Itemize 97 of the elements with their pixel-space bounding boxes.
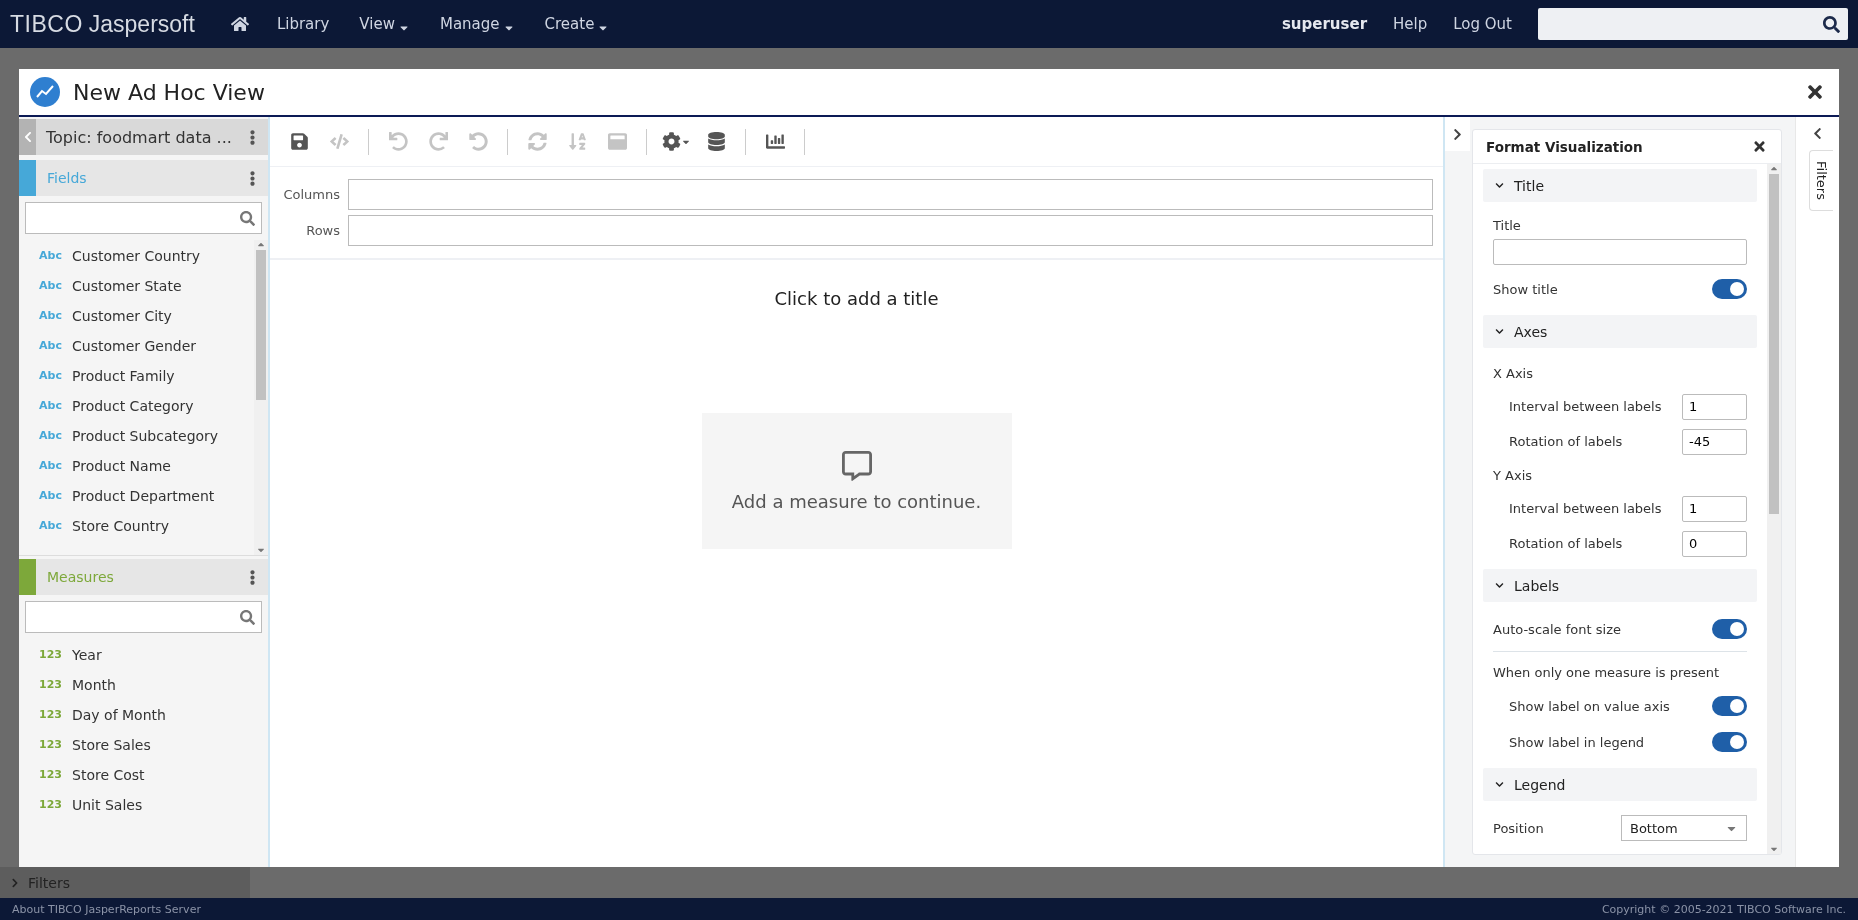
field-item[interactable]: Product Family: [72, 368, 175, 384]
home-icon[interactable]: [230, 15, 249, 33]
chevron-left-icon[interactable]: [1811, 127, 1824, 140]
field-label: Position: [1493, 820, 1544, 836]
chevron-right-icon[interactable]: [1451, 127, 1464, 141]
type-label: 123: [39, 797, 63, 813]
field-item[interactable]: Store Sales: [72, 737, 151, 753]
nav-link[interactable]: Help: [1393, 15, 1428, 33]
field-item[interactable]: Product Subcategory: [72, 428, 219, 444]
type-label: Abc: [39, 368, 63, 384]
field-item[interactable]: Customer Country: [72, 248, 201, 264]
scrollbar[interactable]: [1767, 164, 1781, 854]
toggle-switch[interactable]: [1712, 619, 1747, 639]
field-label: Title: [1493, 217, 1521, 233]
type-label: 123: [39, 767, 63, 783]
comment-icon: [841, 450, 872, 481]
axis-label: Rows: [305, 223, 340, 238]
message-text: Add a measure to continue.: [731, 490, 982, 512]
field-label: Interval between labels: [1509, 501, 1662, 516]
field-item[interactable]: Customer City: [72, 308, 172, 324]
field-label: Rotation of labels: [1509, 536, 1623, 551]
type-label: Abc: [39, 278, 63, 294]
nav-link[interactable]: Log Out: [1453, 15, 1512, 33]
field-label: Rotation of labels: [1509, 434, 1623, 449]
number-input[interactable]: 0: [1682, 530, 1747, 557]
type-label: Abc: [39, 248, 63, 264]
group-label: X Axis: [1493, 365, 1533, 381]
field-item[interactable]: Product Department: [72, 488, 215, 504]
section-header[interactable]: Axes: [1483, 315, 1757, 348]
chevron-right-icon: [10, 877, 20, 888]
group-label: Y Axis: [1493, 467, 1533, 483]
search-icon[interactable]: [1823, 15, 1840, 33]
section-title: Fields: [46, 170, 88, 186]
field-item[interactable]: Product Category: [72, 398, 194, 414]
chevron-down-icon: [1495, 327, 1504, 336]
toggle-label: Auto-scale font size: [1493, 621, 1621, 637]
field-item[interactable]: Customer State: [72, 278, 182, 294]
field-item[interactable]: Store Cost: [72, 767, 145, 783]
toggle-switch[interactable]: [1712, 732, 1747, 752]
copyright-text: Copyright © 2005-2021 TIBCO Software Inc.: [1601, 902, 1846, 916]
field-item[interactable]: Store Country: [72, 518, 170, 534]
panel-title: Format Visualization: [1486, 138, 1644, 155]
section-header[interactable]: Title: [1483, 169, 1757, 202]
topic-title: Topic: foodmart data ...: [45, 127, 233, 147]
search-field[interactable]: [25, 202, 262, 234]
toggle-switch[interactable]: [1712, 696, 1747, 716]
field-label: Interval between labels: [1509, 399, 1662, 414]
user-name[interactable]: superuser: [1281, 15, 1368, 33]
scrollbar[interactable]: [254, 240, 268, 555]
number-input[interactable]: 1: [1682, 393, 1747, 420]
nav-menu-item[interactable]: View: [359, 14, 410, 34]
field-item[interactable]: Day of Month: [72, 707, 166, 723]
field-item[interactable]: Product Name: [72, 458, 171, 474]
type-label: Abc: [39, 308, 63, 324]
nav-menu-item[interactable]: Create: [544, 14, 610, 34]
type-label: Abc: [39, 458, 63, 474]
search-field[interactable]: [1538, 8, 1848, 40]
type-label: Abc: [39, 338, 63, 354]
toggle-label: Show label on value axis: [1509, 698, 1670, 714]
type-label: 123: [39, 677, 63, 693]
type-label: Abc: [39, 428, 63, 444]
about-link[interactable]: About TIBCO JasperReports Server: [12, 902, 201, 916]
type-label: Abc: [39, 518, 63, 534]
collapse-button[interactable]: [1445, 117, 1470, 151]
axis-label: Columns: [282, 187, 340, 202]
filters-tab[interactable]: Filters: [1808, 150, 1833, 211]
field-item[interactable]: Unit Sales: [72, 797, 143, 813]
type-label: 123: [39, 707, 63, 723]
field-item[interactable]: Month: [72, 677, 116, 693]
type-label: Abc: [39, 398, 63, 414]
title-input[interactable]: [1493, 239, 1747, 265]
chevron-down-icon: [1495, 780, 1504, 789]
dialog-title: New Ad Hoc View: [73, 79, 266, 105]
line-chart-icon: [29, 76, 61, 108]
nav-menu-item[interactable]: Library: [276, 15, 330, 33]
section-title: Measures: [46, 569, 115, 585]
group-label: When only one measure is present: [1493, 664, 1720, 680]
number-input[interactable]: 1: [1682, 495, 1747, 522]
chevron-down-icon: [1495, 181, 1504, 190]
position-dropdown[interactable]: Bottom: [1621, 815, 1747, 841]
logo[interactable]: TIBCO Jaspersoft: [10, 10, 195, 38]
search-field[interactable]: [25, 601, 262, 633]
chevron-down-icon: [1495, 581, 1504, 590]
toggle-label: Show label in legend: [1509, 734, 1645, 750]
nav-menu-item[interactable]: Manage: [439, 14, 515, 34]
chart-title-placeholder[interactable]: Click to add a title: [774, 288, 939, 309]
type-label: 123: [39, 647, 63, 663]
type-label: Abc: [39, 488, 63, 504]
type-label: 123: [39, 737, 63, 753]
toggle-label: Show title: [1493, 281, 1558, 297]
field-item[interactable]: Year: [72, 647, 102, 663]
number-input[interactable]: -45: [1682, 428, 1747, 455]
filters-label: Filters: [28, 874, 70, 891]
toggle-switch[interactable]: [1712, 279, 1747, 299]
field-item[interactable]: Customer Gender: [72, 338, 197, 354]
section-header[interactable]: Labels: [1483, 569, 1757, 602]
section-header[interactable]: Legend: [1483, 768, 1757, 801]
